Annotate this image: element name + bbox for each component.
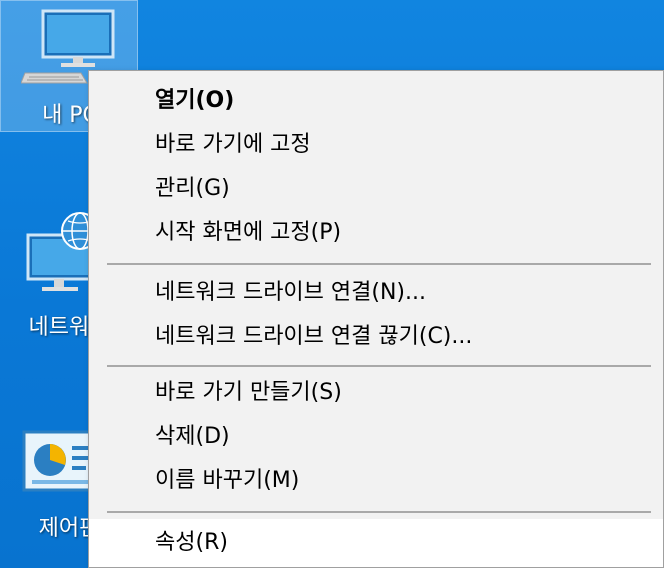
menu-item-open[interactable]: 열기(O) — [89, 79, 663, 123]
context-menu: 열기(O) 바로 가기에 고정 관리(G) 시작 화면에 고정(P) 네트워크 … — [88, 70, 664, 568]
menu-item-delete[interactable]: 삭제(D) — [89, 415, 663, 459]
menu-separator — [107, 365, 651, 367]
menu-item-pin-to-quick-access[interactable]: 바로 가기에 고정 — [89, 123, 663, 167]
menu-item-pin-to-start[interactable]: 시작 화면에 고정(P) — [89, 211, 663, 255]
menu-item-properties[interactable]: 속성(R) — [89, 519, 663, 567]
menu-item-disconnect-network-drive[interactable]: 네트워크 드라이브 연결 끊기(C)... — [89, 315, 663, 359]
menu-item-rename[interactable]: 이름 바꾸기(M) — [89, 459, 663, 503]
menu-separator — [107, 263, 651, 265]
menu-item-map-network-drive[interactable]: 네트워크 드라이브 연결(N)... — [89, 271, 663, 315]
menu-item-create-shortcut[interactable]: 바로 가기 만들기(S) — [89, 371, 663, 415]
menu-item-manage[interactable]: 관리(G) — [89, 167, 663, 211]
menu-separator — [107, 511, 651, 513]
